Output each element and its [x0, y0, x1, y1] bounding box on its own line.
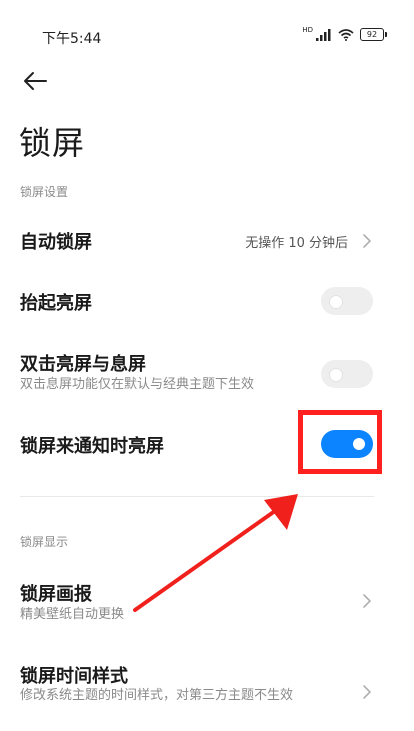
- divider: [20, 496, 374, 497]
- page-title: 锁屏: [19, 124, 86, 162]
- notify-wake-title: 锁屏来通知时亮屏: [20, 436, 164, 457]
- signal-icon: [316, 28, 331, 41]
- auto-lock-row[interactable]: 自动锁屏 无操作 10 分钟后: [0, 212, 400, 270]
- auto-lock-title: 自动锁屏: [20, 232, 92, 253]
- clock-style-row[interactable]: 锁屏时间样式 修改系统主题的时间样式，对第三方主题不生效: [0, 650, 400, 731]
- battery-icon: 92: [360, 28, 387, 41]
- chevron-right-icon: [363, 594, 371, 608]
- double-tap-title: 双击亮屏与息屏: [20, 354, 146, 375]
- double-tap-toggle[interactable]: [321, 360, 373, 388]
- chevron-right-icon: [363, 234, 371, 248]
- back-arrow-icon[interactable]: [22, 70, 48, 92]
- highlight-box: [298, 410, 382, 474]
- raise-to-wake-toggle[interactable]: [321, 287, 373, 315]
- section-label-display: 锁屏显示: [20, 535, 69, 549]
- double-tap-subtitle: 双击息屏功能仅在默认与经典主题下生效: [20, 377, 255, 392]
- auto-lock-value: 无操作 10 分钟后: [245, 236, 348, 251]
- wallpaper-title: 锁屏画报: [20, 584, 92, 605]
- raise-to-wake-title: 抬起亮屏: [20, 293, 92, 314]
- double-tap-row: 双击亮屏与息屏 双击息屏功能仅在默认与经典主题下生效: [0, 338, 400, 404]
- section-label-settings: 锁屏设置: [20, 185, 69, 199]
- status-bar: 下午5:44 HD 92: [0, 0, 414, 60]
- raise-to-wake-row: 抬起亮屏: [0, 272, 400, 330]
- wallpaper-subtitle: 精美壁纸自动更换: [20, 607, 125, 622]
- wallpaper-row[interactable]: 锁屏画报 精美壁纸自动更换: [0, 570, 400, 636]
- clock-style-subtitle: 修改系统主题的时间样式，对第三方主题不生效: [20, 688, 294, 703]
- status-time: 下午5:44: [42, 31, 102, 47]
- clock-style-title: 锁屏时间样式: [20, 666, 128, 687]
- chevron-right-icon: [363, 685, 371, 699]
- status-icons: HD 92: [302, 26, 387, 41]
- wifi-icon: [338, 28, 354, 41]
- hd-label: HD: [302, 26, 313, 34]
